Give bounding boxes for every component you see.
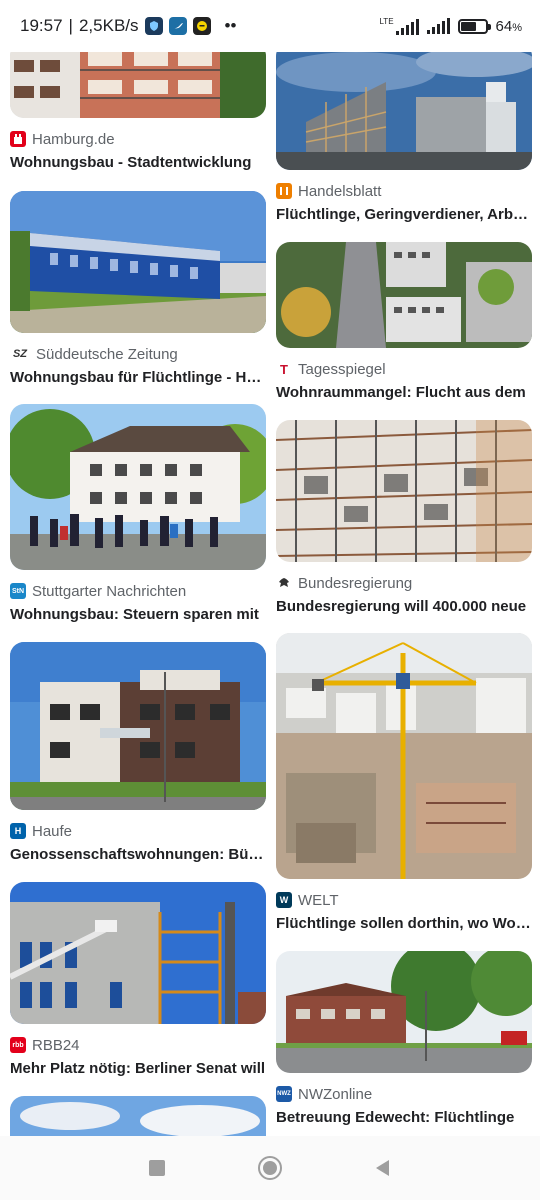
source-name: NWZonline bbox=[298, 1085, 373, 1103]
result-thumbnail[interactable] bbox=[276, 951, 532, 1073]
battery-icon bbox=[457, 18, 491, 34]
result-thumbnail[interactable] bbox=[10, 642, 266, 810]
result-title[interactable]: Betreuung Edewecht: Flüchtlinge bbox=[276, 1109, 532, 1126]
back-button[interactable] bbox=[363, 1148, 403, 1188]
result-title[interactable]: Wohnungsbau für Flüchtlinge - Hamburg bbox=[10, 369, 266, 386]
result-title[interactable]: Wohnungsbau - Stadtentwicklung bbox=[10, 154, 266, 171]
source-name: WELT bbox=[298, 891, 339, 909]
smiley-app-icon bbox=[192, 17, 211, 35]
result-title[interactable]: Flüchtlinge, Geringverdiener, Arbeitslos… bbox=[276, 206, 532, 223]
result-thumbnail[interactable] bbox=[276, 420, 532, 562]
result-card[interactable]: Bundesregierung Bundesregierung will 400… bbox=[276, 420, 532, 615]
result-thumbnail[interactable] bbox=[10, 191, 266, 333]
lte-signal-icon: LTE bbox=[379, 17, 419, 35]
result-card[interactable]: W WELT Flüchtlinge sollen dorthin, wo Wo… bbox=[276, 633, 532, 932]
result-card[interactable]: rbb RBB24 Mehr Platz nötig: Berliner Sen… bbox=[10, 882, 266, 1077]
result-source: W WELT bbox=[276, 891, 532, 909]
recents-button[interactable] bbox=[137, 1148, 177, 1188]
stn-logo-icon: StN bbox=[10, 583, 26, 599]
result-source: Hamburg.de bbox=[10, 130, 266, 148]
eagle-logo-icon bbox=[276, 575, 292, 591]
image-results-grid: Hamburg.de Wohnungsbau - Stadtentwicklun… bbox=[0, 52, 540, 1136]
hamburg-logo-icon bbox=[10, 131, 26, 147]
handelsblatt-logo-icon bbox=[276, 183, 292, 199]
source-name: Stuttgarter Nachrichten bbox=[32, 582, 187, 600]
signal-icon bbox=[426, 18, 450, 34]
result-card[interactable]: StN Stuttgarter Nachrichten Wohnungsbau:… bbox=[10, 404, 266, 623]
welt-logo-icon: W bbox=[276, 892, 292, 908]
result-source: rbb RBB24 bbox=[10, 1036, 266, 1054]
result-source: StN Stuttgarter Nachrichten bbox=[10, 582, 266, 600]
network-type: LTE bbox=[379, 17, 394, 26]
source-name: Haufe bbox=[32, 822, 73, 840]
result-thumbnail[interactable] bbox=[276, 52, 532, 170]
result-thumbnail[interactable] bbox=[276, 242, 532, 348]
result-card[interactable]: NWZ NWZonline Betreuung Edewecht: Flücht… bbox=[276, 951, 532, 1126]
source-name: Bundesregierung bbox=[298, 574, 413, 592]
status-right: LTE 64% bbox=[379, 17, 522, 35]
result-title[interactable]: Genossenschaftswohnungen: Bürger bbox=[10, 846, 266, 863]
result-card[interactable]: SZ Süddeutsche Zeitung Wohnungsbau für F… bbox=[10, 191, 266, 386]
result-card[interactable]: Handelsblatt Flüchtlinge, Geringverdiene… bbox=[276, 52, 532, 223]
status-left: 19:57 | 2,5KB/s •• bbox=[20, 16, 236, 36]
rbb-logo-icon: rbb bbox=[10, 1037, 26, 1053]
status-bar: 19:57 | 2,5KB/s •• LTE 64% bbox=[0, 0, 540, 52]
separator: | bbox=[68, 16, 73, 35]
tagesspiegel-logo-icon: T bbox=[276, 361, 292, 377]
result-source: T Tagesspiegel bbox=[276, 360, 532, 378]
result-thumbnail[interactable] bbox=[10, 1096, 266, 1136]
square-icon bbox=[148, 1160, 165, 1176]
result-source: Handelsblatt bbox=[276, 182, 532, 200]
clock: 19:57 bbox=[20, 16, 63, 35]
result-card[interactable]: T Tagesspiegel Wohnraummangel: Flucht au… bbox=[276, 242, 532, 401]
result-title[interactable]: Mehr Platz nötig: Berliner Senat will bbox=[10, 1060, 266, 1077]
result-card[interactable] bbox=[10, 1096, 266, 1136]
source-name: Tagesspiegel bbox=[298, 360, 386, 378]
battery-percent: 64% bbox=[495, 17, 522, 35]
circle-icon bbox=[257, 1156, 282, 1180]
triangle-icon bbox=[376, 1160, 390, 1176]
haufe-logo-icon: H bbox=[10, 823, 26, 839]
result-title[interactable]: Flüchtlinge sollen dorthin, wo Wohnungen bbox=[276, 915, 532, 932]
network-speed: 2,5KB/s bbox=[78, 16, 139, 35]
result-source: SZ Süddeutsche Zeitung bbox=[10, 345, 266, 363]
source-name: RBB24 bbox=[32, 1036, 80, 1054]
result-card[interactable]: H Haufe Genossenschaftswohnungen: Bürger bbox=[10, 642, 266, 863]
sz-logo-icon: SZ bbox=[10, 346, 30, 362]
result-card[interactable]: Hamburg.de Wohnungsbau - Stadtentwicklun… bbox=[10, 52, 266, 171]
shield-app-icon bbox=[144, 17, 163, 35]
result-thumbnail[interactable] bbox=[10, 404, 266, 570]
result-thumbnail[interactable] bbox=[10, 882, 266, 1024]
result-title[interactable]: Wohnungsbau: Steuern sparen mit bbox=[10, 606, 266, 623]
result-title[interactable]: Bundesregierung will 400.000 neue bbox=[276, 598, 532, 615]
result-title[interactable]: Wohnraummangel: Flucht aus dem bbox=[276, 384, 532, 401]
bird-app-icon bbox=[168, 17, 187, 35]
system-navigation-bar bbox=[0, 1136, 540, 1200]
home-button[interactable] bbox=[250, 1148, 290, 1188]
result-thumbnail[interactable] bbox=[276, 633, 532, 879]
result-source: H Haufe bbox=[10, 822, 266, 840]
nwz-logo-icon: NWZ bbox=[276, 1086, 292, 1102]
source-name: Hamburg.de bbox=[32, 130, 115, 148]
result-source: Bundesregierung bbox=[276, 574, 532, 592]
result-source: NWZ NWZonline bbox=[276, 1085, 532, 1103]
source-name: Handelsblatt bbox=[298, 182, 382, 200]
result-thumbnail[interactable] bbox=[10, 52, 266, 118]
more-notifications: •• bbox=[224, 16, 237, 35]
source-name: Süddeutsche Zeitung bbox=[36, 345, 178, 363]
